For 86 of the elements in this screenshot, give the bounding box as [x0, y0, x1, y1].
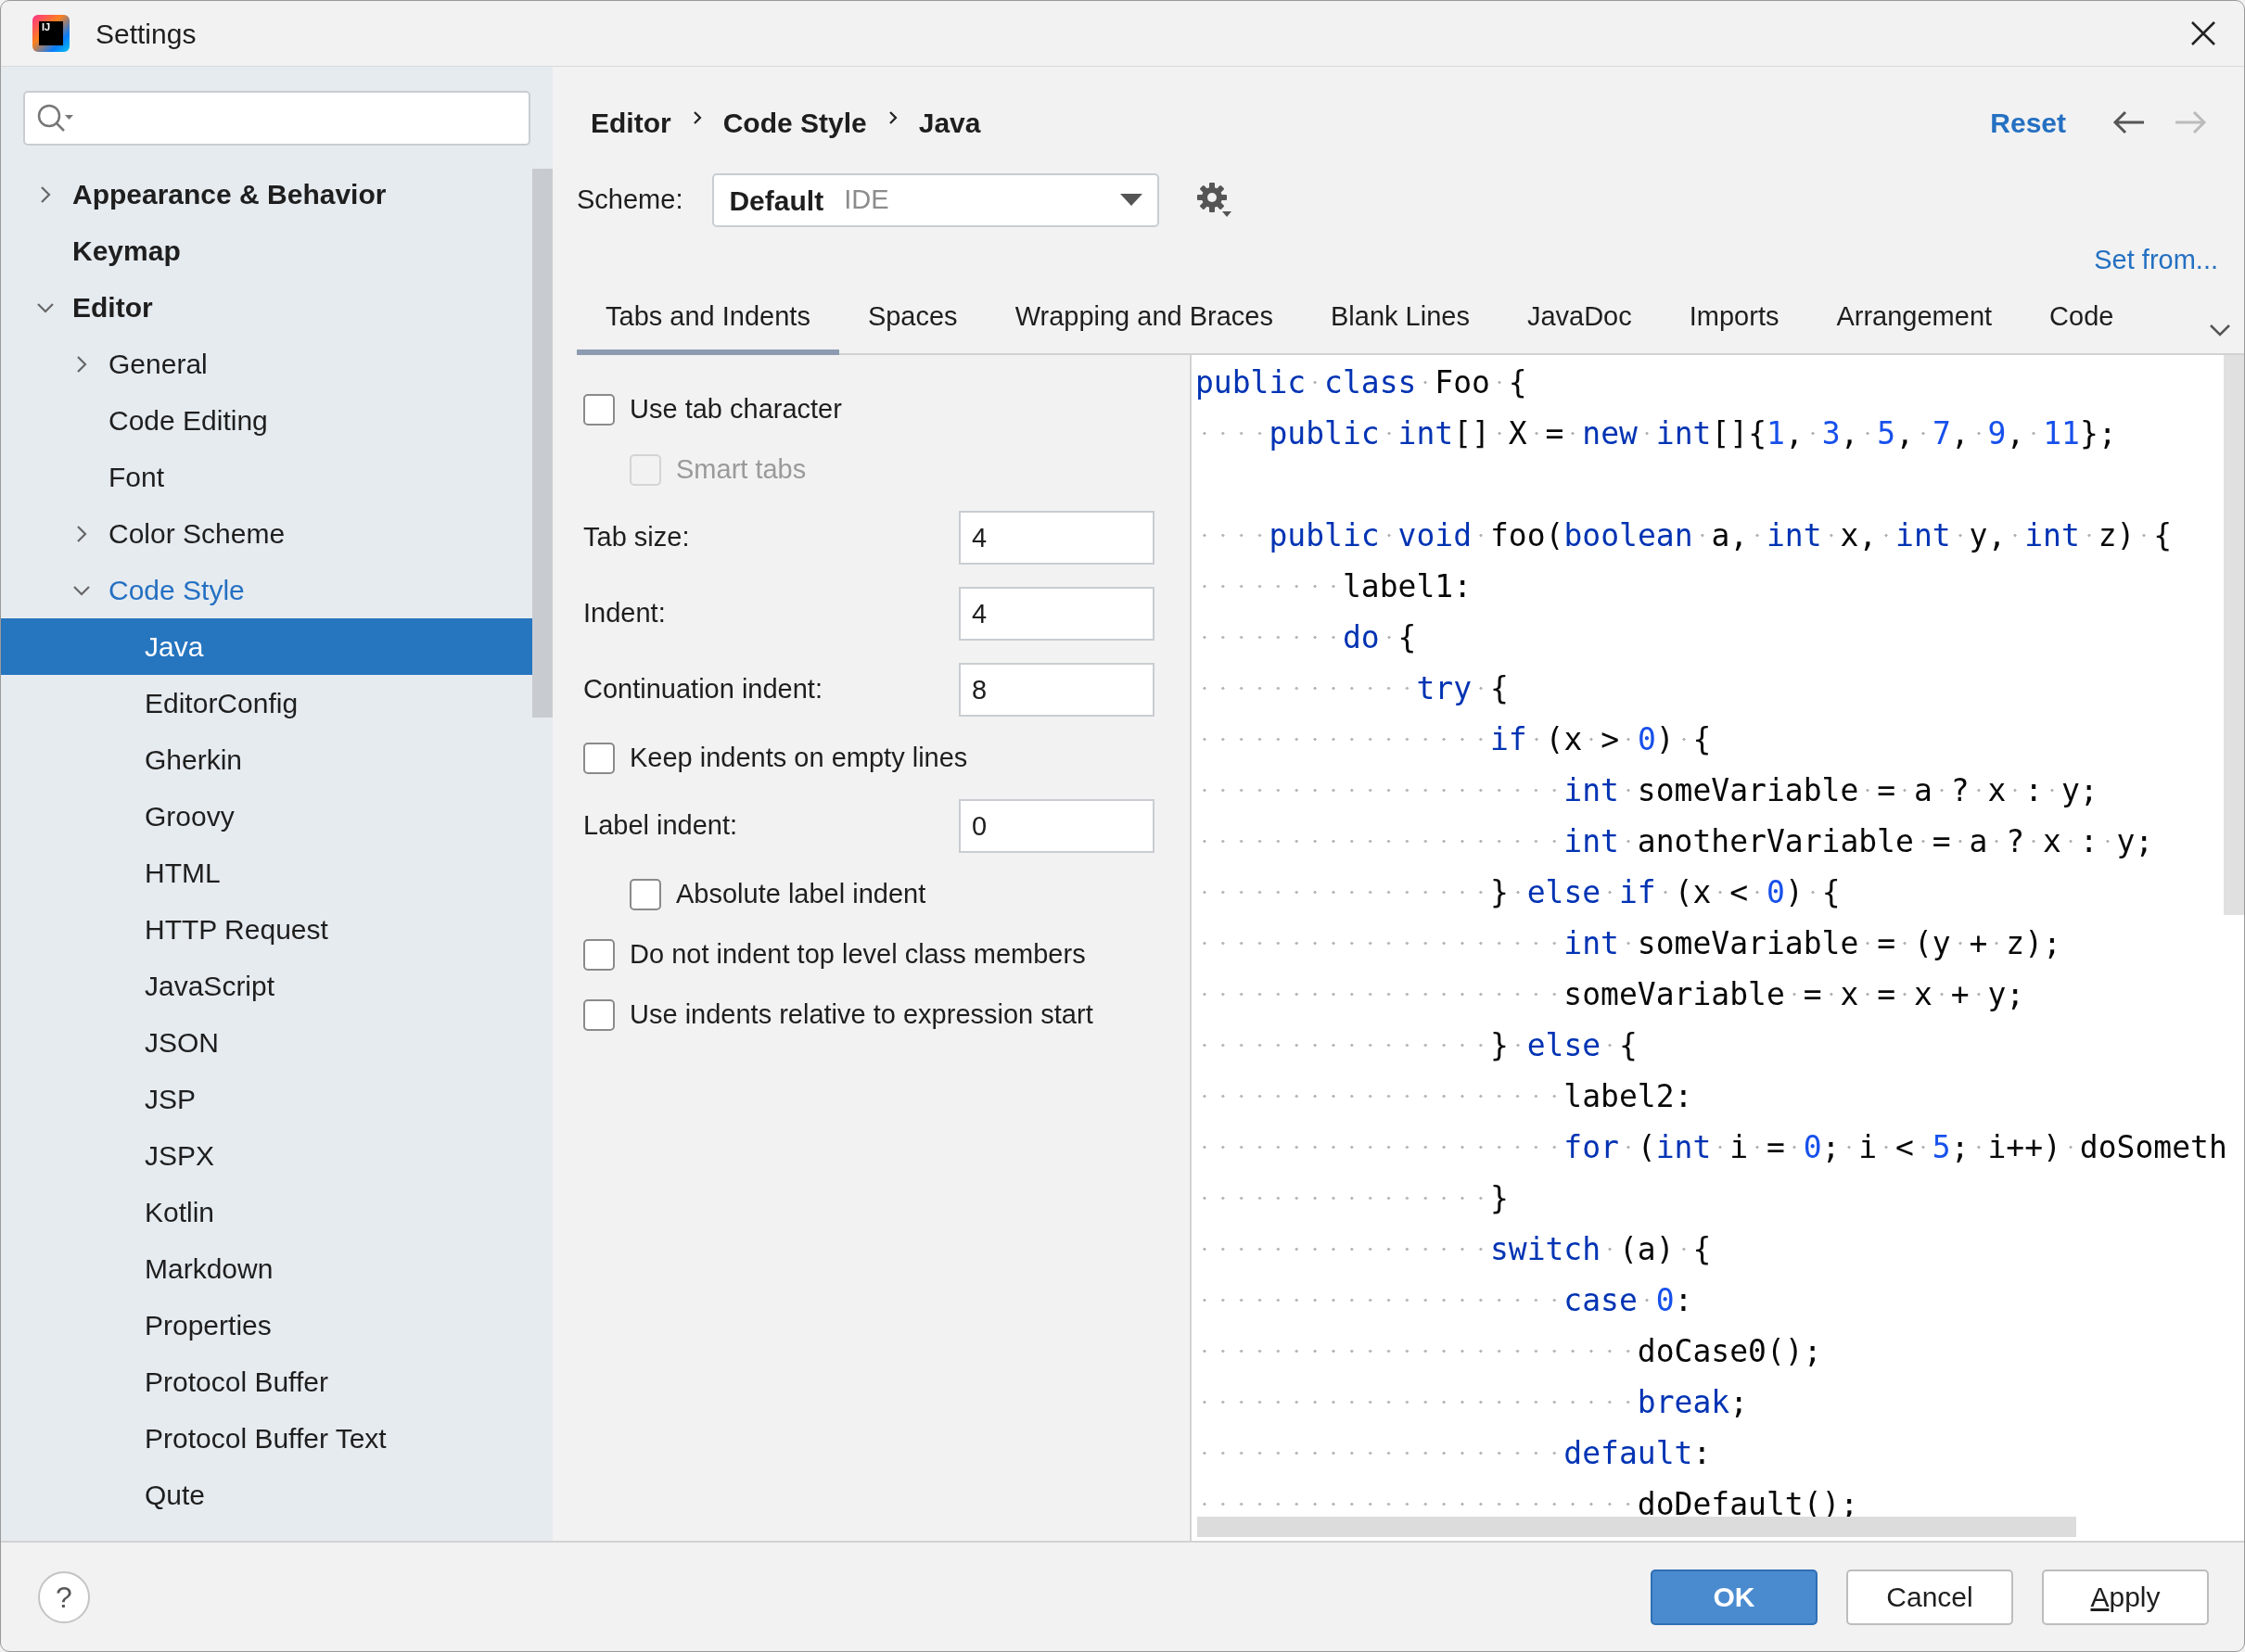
tree-item[interactable]: Properties — [1, 1297, 532, 1353]
tree-item[interactable]: Protocol Buffer Text — [1, 1410, 532, 1467]
search-field[interactable] — [23, 91, 530, 146]
set-from-link[interactable]: Set from... — [2094, 240, 2218, 281]
tree-item[interactable]: Kotlin — [1, 1184, 532, 1240]
number-field[interactable]: 8 — [959, 663, 1154, 717]
tree-item[interactable]: Qute — [1, 1467, 532, 1523]
field-label: Label indent: — [583, 809, 738, 843]
breadcrumb-item[interactable]: Code Style — [722, 101, 867, 144]
number-field[interactable]: 4 — [959, 587, 1154, 641]
dialog-button[interactable]: Apply — [2042, 1569, 2209, 1625]
tree-item[interactable]: General — [1, 336, 532, 392]
tree-item[interactable]: Code Style — [1, 562, 532, 618]
tree-item[interactable]: JSON — [1, 1014, 532, 1071]
window-title: Settings — [96, 17, 197, 51]
code-line: label2: — [1195, 1071, 2244, 1122]
back-arrow-icon[interactable] — [2112, 109, 2146, 135]
reset-link[interactable]: Reset — [1990, 101, 2066, 144]
tab[interactable]: Wrapping and Braces — [986, 288, 1302, 355]
tree-item[interactable]: JSPX — [1, 1127, 532, 1184]
code-line: doCase0(); — [1195, 1326, 2244, 1377]
app-logo-icon: IJ — [32, 15, 70, 52]
code-line: default: — [1195, 1428, 2244, 1479]
help-button[interactable]: ? — [38, 1570, 90, 1623]
checkbox[interactable] — [583, 998, 615, 1031]
code-line: } — [1195, 1173, 2244, 1224]
tree-item[interactable]: Gherkin — [1, 731, 532, 788]
code-line: switch (a) { — [1195, 1224, 2244, 1275]
tab[interactable]: Arrangement — [1807, 288, 2022, 355]
tab[interactable]: Imports — [1660, 288, 1808, 355]
tree-item[interactable]: Groovy — [1, 788, 532, 845]
tab[interactable]: Tabs and Indents — [577, 288, 839, 355]
tab[interactable]: Blank Lines — [1302, 288, 1499, 355]
scheme-label: Scheme: — [577, 184, 683, 217]
tree-item[interactable]: JSP — [1, 1071, 532, 1127]
tree-item[interactable]: Java — [1, 618, 532, 675]
scrollbar-thumb[interactable] — [532, 169, 553, 718]
chevron-right-icon — [887, 110, 899, 125]
tree-item[interactable]: Keymap — [1, 222, 532, 279]
code-line: for (int i = 0; i < 5; i++) doSometh — [1195, 1122, 2244, 1173]
scrollbar-thumb[interactable] — [2224, 355, 2244, 915]
number-field[interactable]: 4 — [959, 511, 1154, 565]
checkbox-label: Do not indent top level class members — [630, 937, 1086, 971]
tab[interactable]: Code — [2021, 288, 2143, 355]
checkbox-label: Use indents relative to expression start — [630, 998, 1093, 1031]
close-icon[interactable] — [2190, 20, 2216, 46]
tree-item[interactable]: JavaScript — [1, 958, 532, 1014]
field-label: Tab size: — [583, 521, 690, 554]
scrollbar-thumb[interactable] — [1197, 1517, 2076, 1537]
tree-item[interactable]: Editor — [1, 279, 532, 336]
checkbox[interactable] — [630, 878, 661, 910]
tree-item[interactable]: Color Scheme — [1, 505, 532, 562]
tree-item[interactable]: HTTP Request — [1, 901, 532, 958]
checkbox-label: Keep indents on empty lines — [630, 741, 968, 774]
dialog-button[interactable]: OK — [1651, 1569, 1818, 1625]
tree-item[interactable]: EditorConfig — [1, 675, 532, 731]
tree-item[interactable]: Code Editing — [1, 392, 532, 449]
code-line: someVariable = x = x + y; — [1195, 969, 2244, 1020]
dropdown-caret-icon — [1120, 194, 1143, 207]
number-field[interactable]: 0 — [959, 799, 1154, 853]
tree-item[interactable]: Font — [1, 449, 532, 505]
code-line: break; — [1195, 1377, 2244, 1428]
checkbox-label: Absolute label indent — [676, 877, 926, 910]
dialog-button[interactable]: Cancel — [1846, 1569, 2013, 1625]
tree-item[interactable]: HTML — [1, 845, 532, 901]
gear-icon[interactable] — [1196, 182, 1234, 219]
tree-item[interactable]: Protocol Buffer — [1, 1353, 532, 1410]
breadcrumb-item[interactable]: Java — [918, 101, 981, 144]
chevron-right-icon — [691, 110, 703, 125]
code-line: int someVariable = (y + z); — [1195, 918, 2244, 969]
tree-item[interactable]: Markdown — [1, 1240, 532, 1297]
field-label: Continuation indent: — [583, 673, 823, 706]
code-line: } else { — [1195, 1020, 2244, 1071]
checkbox-label: Use tab character — [630, 392, 842, 426]
checkbox[interactable] — [583, 742, 615, 774]
breadcrumb-item[interactable]: Editor — [591, 101, 671, 144]
checkbox[interactable] — [583, 393, 615, 426]
tab[interactable]: JavaDoc — [1498, 288, 1661, 355]
tab[interactable]: Spaces — [838, 288, 987, 355]
chevron-down-icon[interactable] — [2209, 324, 2231, 337]
checkbox[interactable] — [583, 938, 615, 971]
code-line: case 0: — [1195, 1275, 2244, 1326]
scheme-dropdown[interactable]: Default IDE — [712, 173, 1160, 227]
field-label: Indent: — [583, 597, 666, 630]
tree-item[interactable]: Appearance & Behavior — [1, 166, 532, 222]
checkbox-label: Smart tabs — [676, 452, 807, 486]
